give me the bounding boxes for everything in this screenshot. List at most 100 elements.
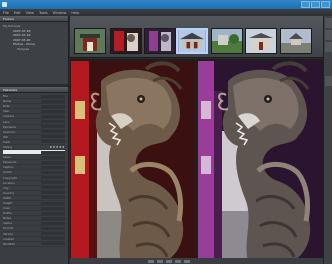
metadata-value[interactable] xyxy=(41,170,65,174)
image-viewer xyxy=(70,59,323,264)
metadata-row[interactable]: Modified xyxy=(3,242,65,247)
metadata-label: Copyright xyxy=(3,175,17,180)
metadata-label: File xyxy=(3,94,8,99)
metadata-label: Color xyxy=(3,206,11,211)
tool-button[interactable] xyxy=(325,30,332,40)
metadata-label: Created xyxy=(3,236,15,241)
viewer-toolbar xyxy=(70,258,323,264)
filmstrip xyxy=(70,16,323,58)
metadata-label: Status xyxy=(3,221,12,226)
metadata-value[interactable] xyxy=(41,104,65,108)
metadata-label: Notes xyxy=(3,216,12,221)
metadata-value[interactable] xyxy=(41,109,65,113)
metadata-value[interactable] xyxy=(41,211,65,215)
metadata-value[interactable] xyxy=(41,232,65,236)
compare-button[interactable] xyxy=(166,259,172,263)
thumbnail-image xyxy=(145,29,175,53)
close-button[interactable] xyxy=(321,1,330,8)
rotate-button[interactable] xyxy=(175,259,181,263)
metadata-label: Keywords xyxy=(3,160,17,165)
thumbnail-courtyard[interactable] xyxy=(280,28,312,54)
adjusted-image-pane[interactable] xyxy=(198,61,322,262)
metadata-value[interactable] xyxy=(41,221,65,225)
window-controls xyxy=(301,1,330,8)
metadata-label: Format xyxy=(3,226,13,231)
metadata-value[interactable] xyxy=(41,206,65,210)
thumbnail-image xyxy=(246,29,276,53)
menu-view[interactable]: View xyxy=(26,11,34,15)
original-image-pane[interactable] xyxy=(71,61,195,262)
metadata-label: Caption xyxy=(3,165,14,170)
metadata-label: Country xyxy=(3,190,15,195)
thumbnail-temple-roof[interactable] xyxy=(176,28,208,54)
tool-button[interactable] xyxy=(325,18,332,28)
menu-help[interactable]: Help xyxy=(71,11,79,15)
metadata-value[interactable] xyxy=(41,155,65,159)
metadata-value[interactable] xyxy=(41,191,65,195)
thumbnail-garden[interactable] xyxy=(211,28,243,54)
thumbnail-building[interactable] xyxy=(245,28,277,54)
left-panel: Folders My Pictures 2007-07-18 2007-07-1… xyxy=(0,16,69,264)
thumbnail-image xyxy=(281,29,311,53)
metadata-value[interactable] xyxy=(41,99,65,103)
metadata-label: Lens xyxy=(3,119,10,124)
metadata-value[interactable] xyxy=(41,201,65,205)
metadata-value[interactable] xyxy=(41,130,65,134)
metadata-label: Aperture xyxy=(3,129,16,134)
metadata-value[interactable] xyxy=(41,125,65,129)
thumbnail-temple-gate[interactable] xyxy=(74,28,106,54)
tool-button[interactable] xyxy=(325,76,332,86)
metadata-value[interactable] xyxy=(41,114,65,118)
metadata-value[interactable] xyxy=(41,196,65,200)
thumbnail-image xyxy=(75,29,105,53)
metadata-label: Date xyxy=(3,104,10,109)
metadata-value[interactable] xyxy=(41,120,65,124)
metadata-value[interactable] xyxy=(41,160,65,164)
metadata-value[interactable] xyxy=(41,140,65,144)
metadata-label: Version xyxy=(3,231,14,236)
metadata-label: Profile xyxy=(3,211,12,216)
metadata-label: Exposure xyxy=(3,124,16,129)
folder-item[interactable]: Temples xyxy=(3,47,65,52)
metadata-label: Modified xyxy=(3,241,15,246)
metadata-label: Location xyxy=(3,180,15,185)
metadata-label: Rating xyxy=(3,144,13,149)
metadata-label: City xyxy=(3,185,9,190)
right-tool-strip xyxy=(323,16,332,264)
metadata-value[interactable] xyxy=(41,135,65,139)
thumbnail-red-door[interactable] xyxy=(110,28,142,54)
metadata-label: Width xyxy=(3,195,12,200)
menu-file[interactable]: File xyxy=(3,11,9,15)
tool-button[interactable] xyxy=(325,42,332,52)
metadata-label: Size xyxy=(3,109,9,114)
title-bar xyxy=(0,0,332,9)
minimize-button[interactable] xyxy=(301,1,310,8)
menu-edit[interactable]: Edit xyxy=(14,11,21,15)
metadata-value[interactable] xyxy=(41,237,65,241)
menu-tools[interactable]: Tools xyxy=(39,11,48,15)
metadata-value[interactable] xyxy=(41,242,65,246)
menu-window[interactable]: Window xyxy=(53,11,67,15)
metadata-value[interactable] xyxy=(41,181,65,185)
fit-button[interactable] xyxy=(184,259,190,263)
metadata-value[interactable] xyxy=(41,94,65,98)
thumbnail-purple-hall[interactable] xyxy=(144,28,176,54)
metadata-value[interactable] xyxy=(41,216,65,220)
zoom-in-button[interactable] xyxy=(157,259,163,263)
dragon-photo-adjusted xyxy=(198,61,322,262)
metadata-value[interactable] xyxy=(41,186,65,190)
maximize-button[interactable] xyxy=(311,1,320,8)
zoom-out-button[interactable] xyxy=(148,259,154,263)
metadata-label: Flash xyxy=(3,139,11,144)
app-icon xyxy=(2,2,7,7)
metadata-label: Camera xyxy=(3,114,14,119)
metadata-value[interactable] xyxy=(41,176,65,180)
rating-stars[interactable]: ★★★★★ xyxy=(50,145,65,149)
thumbnail-image xyxy=(111,29,141,53)
menu-bar: File Edit View Tools Window Help xyxy=(0,9,332,16)
metadata-label: Label xyxy=(3,155,11,160)
metadata-value[interactable] xyxy=(41,150,65,154)
metadata-value[interactable] xyxy=(41,165,65,169)
thumbnail-image xyxy=(212,29,242,53)
metadata-value[interactable] xyxy=(41,226,65,230)
